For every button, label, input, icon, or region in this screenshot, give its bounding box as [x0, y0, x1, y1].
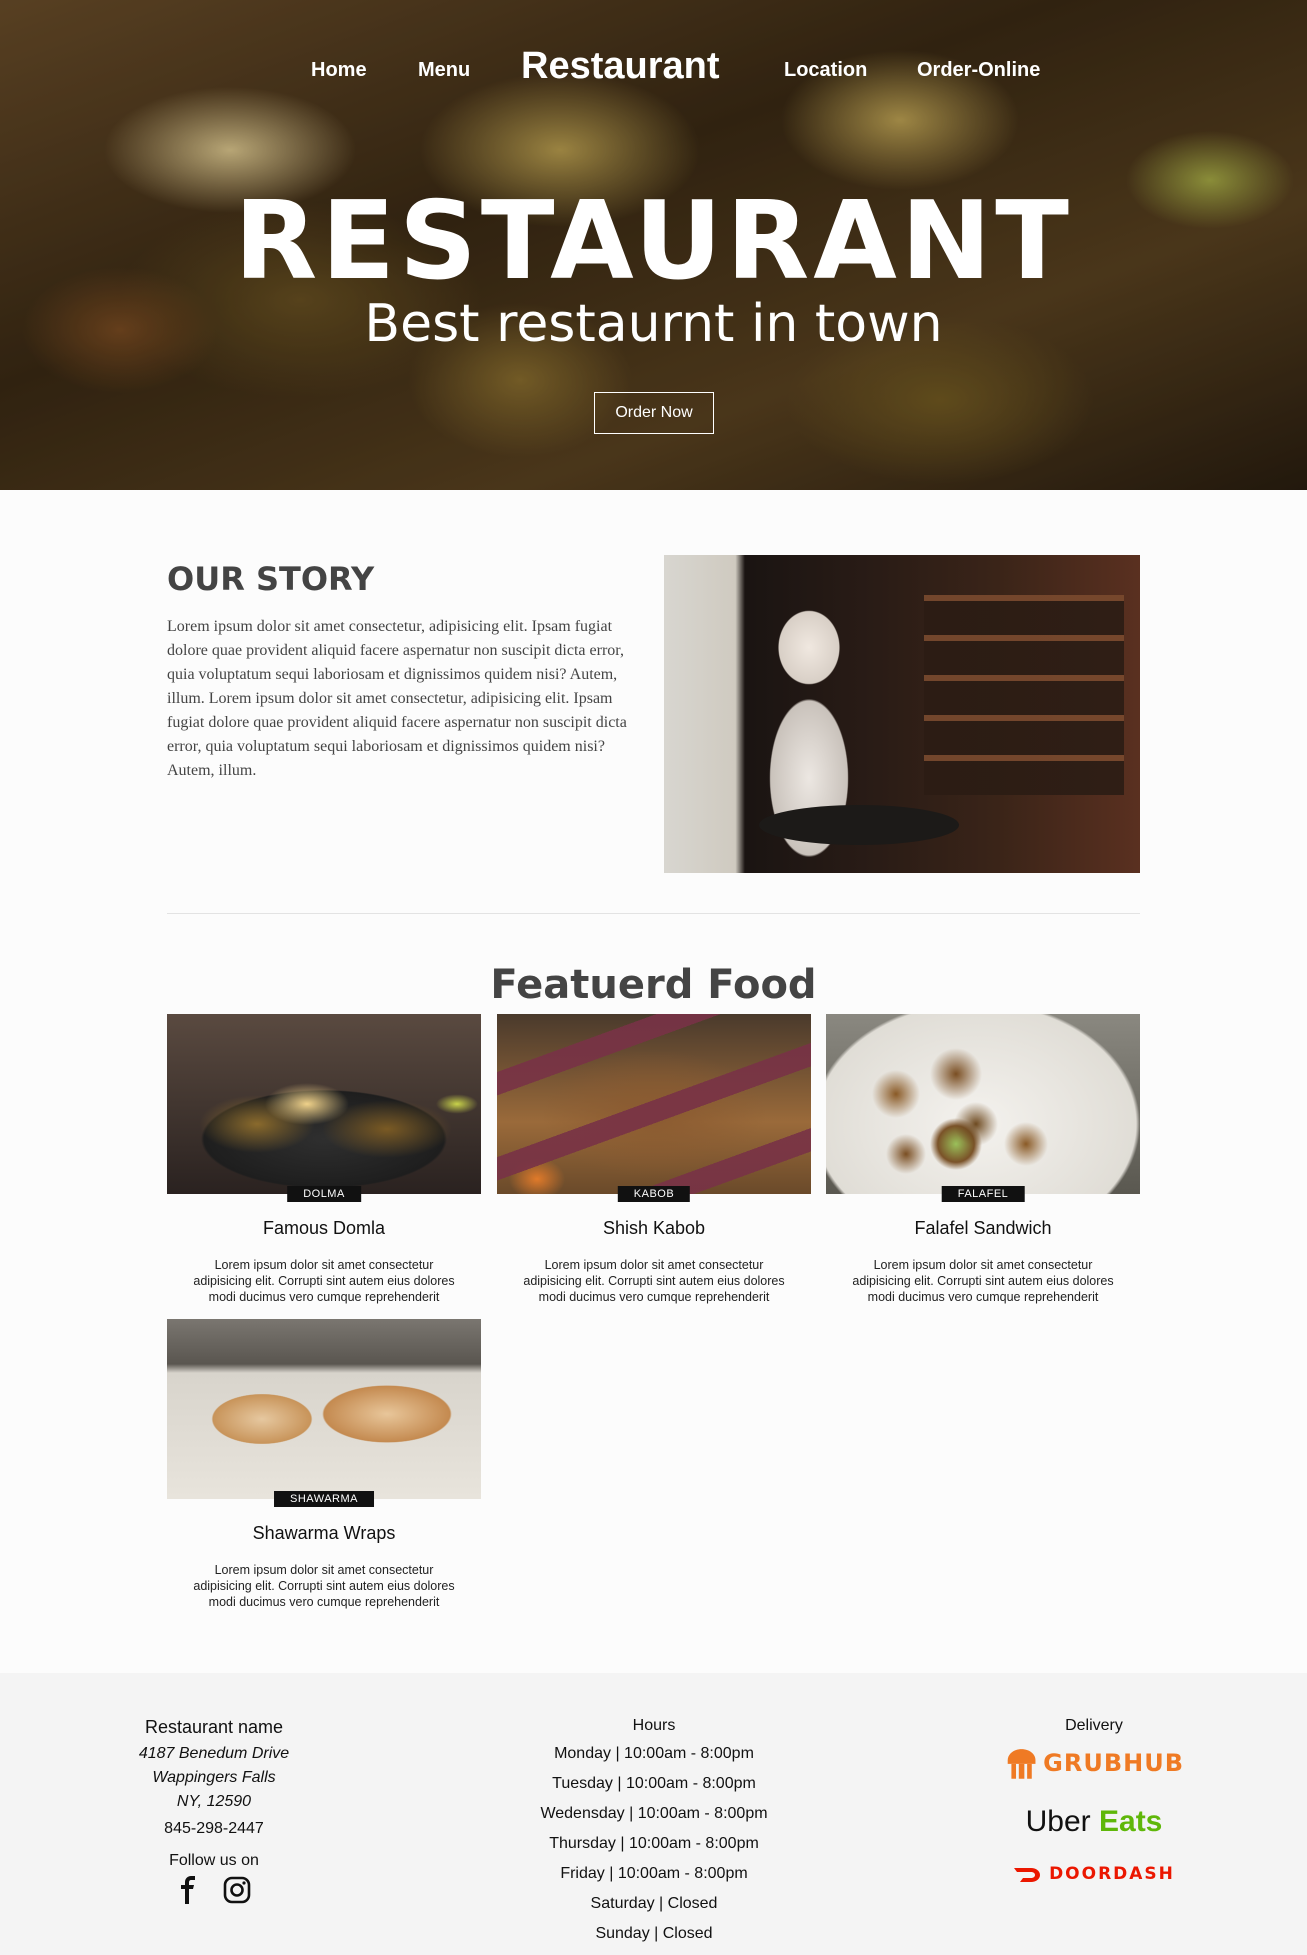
hours-list: Monday | 10:00am - 8:00pm Tuesday | 10:0…	[504, 1739, 804, 1949]
food-description: Lorem ipsum dolor sit amet consectetur a…	[193, 1563, 455, 1609]
address-line: NY, 12590	[176, 1793, 252, 1810]
hours-row: Wedensday | 10:00am - 8:00pm	[540, 1805, 768, 1822]
grubhub-wordmark: GRUBHUB	[1043, 1749, 1184, 1777]
doordash-logo[interactable]: DOORDASH	[1004, 1859, 1184, 1889]
food-description: Lorem ipsum dolor sit amet consectetur a…	[523, 1258, 785, 1304]
main-nav: Home Menu Restaurant Location Order-Onli…	[0, 45, 1307, 90]
footer-contact: Restaurant name 4187 Benedum Drive Wappi…	[114, 1717, 314, 1909]
food-tag: SHAWARMA	[274, 1491, 374, 1507]
food-tag: FALAFEL	[941, 1186, 1025, 1202]
story-image	[664, 555, 1140, 873]
food-image-kabob	[497, 1014, 811, 1194]
facebook-icon[interactable]	[177, 1876, 199, 1909]
food-description: Lorem ipsum dolor sit amet consectetur a…	[193, 1258, 455, 1304]
food-name: Shish Kabob	[602, 1218, 706, 1238]
section-divider	[167, 913, 1140, 914]
food-image-falafel	[826, 1014, 1140, 1194]
food-card-falafel[interactable]: FALAFEL Falafel Sandwich Lorem ipsum dol…	[826, 1014, 1140, 1305]
restaurant-name: Restaurant name	[144, 1717, 284, 1737]
hero-title: RESTAURANT	[234, 179, 1073, 304]
food-card-dolma[interactable]: DOLMA Famous Domla Lorem ipsum dolor sit…	[167, 1014, 481, 1305]
address: 4187 Benedum Drive Wappingers Falls NY, …	[114, 1742, 314, 1814]
footer: Restaurant name 4187 Benedum Drive Wappi…	[0, 1673, 1307, 1955]
address-line: Wappingers Falls	[152, 1769, 276, 1786]
hero-banner: Home Menu Restaurant Location Order-Onli…	[0, 0, 1307, 490]
food-card-kabob[interactable]: KABOB Shish Kabob Lorem ipsum dolor sit …	[497, 1014, 811, 1305]
hours-row: Thursday | 10:00am - 8:00pm	[549, 1835, 759, 1852]
hero-subtitle: Best restaurnt in town	[364, 294, 943, 354]
hours-row: Sunday | Closed	[595, 1925, 713, 1942]
hours-row: Monday | 10:00am - 8:00pm	[554, 1745, 754, 1762]
hours-row: Saturday | Closed	[590, 1895, 718, 1912]
nav-location[interactable]: Location	[784, 59, 867, 82]
food-description: Lorem ipsum dolor sit amet consectetur a…	[852, 1258, 1114, 1304]
food-card-shawarma[interactable]: SHAWARMA Shawarma Wraps Lorem ipsum dolo…	[167, 1319, 481, 1610]
food-tag: DOLMA	[287, 1186, 361, 1202]
doordash-icon	[1014, 1868, 1041, 1882]
ubereats-logo[interactable]: Uber Eats	[1004, 1805, 1184, 1845]
social-links	[114, 1876, 314, 1909]
footer-delivery: Delivery GRUBHUB Uber Eats DOORDASH	[1004, 1717, 1184, 1889]
food-name: Famous Domla	[262, 1218, 386, 1238]
order-now-button[interactable]: Order Now	[594, 392, 714, 434]
address-line: 4187 Benedum Drive	[138, 1745, 290, 1762]
grubhub-logo[interactable]: GRUBHUB	[1004, 1741, 1184, 1785]
ubereats-wordmark-eats: Eats	[1099, 1805, 1163, 1838]
footer-hours: Hours Monday | 10:00am - 8:00pm Tuesday …	[504, 1717, 804, 1949]
delivery-title: Delivery	[1065, 1717, 1123, 1734]
story-title: OUR STORY	[167, 560, 375, 598]
food-name: Shawarma Wraps	[252, 1523, 396, 1543]
hours-row: Friday | 10:00am - 8:00pm	[560, 1865, 748, 1882]
story-image-stove	[759, 805, 959, 845]
hours-title: Hours	[632, 1717, 676, 1734]
food-image-dolma	[167, 1014, 481, 1194]
nav-order-online[interactable]: Order-Online	[917, 59, 1040, 82]
nav-menu[interactable]: Menu	[418, 59, 470, 82]
doordash-wordmark: DOORDASH	[1049, 1864, 1175, 1884]
nav-brand[interactable]: Restaurant	[521, 45, 720, 88]
food-name: Falafel Sandwich	[914, 1218, 1052, 1238]
hours-row: Tuesday | 10:00am - 8:00pm	[552, 1775, 756, 1792]
story-image-shelf	[924, 595, 1124, 795]
follow-label: Follow us on	[169, 1852, 259, 1869]
phone-number[interactable]: 845-298-2447	[114, 1820, 314, 1838]
food-image-shawarma	[167, 1319, 481, 1499]
ubereats-wordmark-uber: Uber	[1025, 1805, 1091, 1838]
instagram-icon[interactable]	[223, 1876, 251, 1909]
grubhub-icon	[1007, 1749, 1036, 1779]
story-text: Lorem ipsum dolor sit amet consectetur, …	[167, 618, 627, 779]
nav-home[interactable]: Home	[311, 59, 367, 82]
food-tag: KABOB	[617, 1186, 691, 1202]
featured-title: Featuerd Food	[490, 962, 817, 1008]
